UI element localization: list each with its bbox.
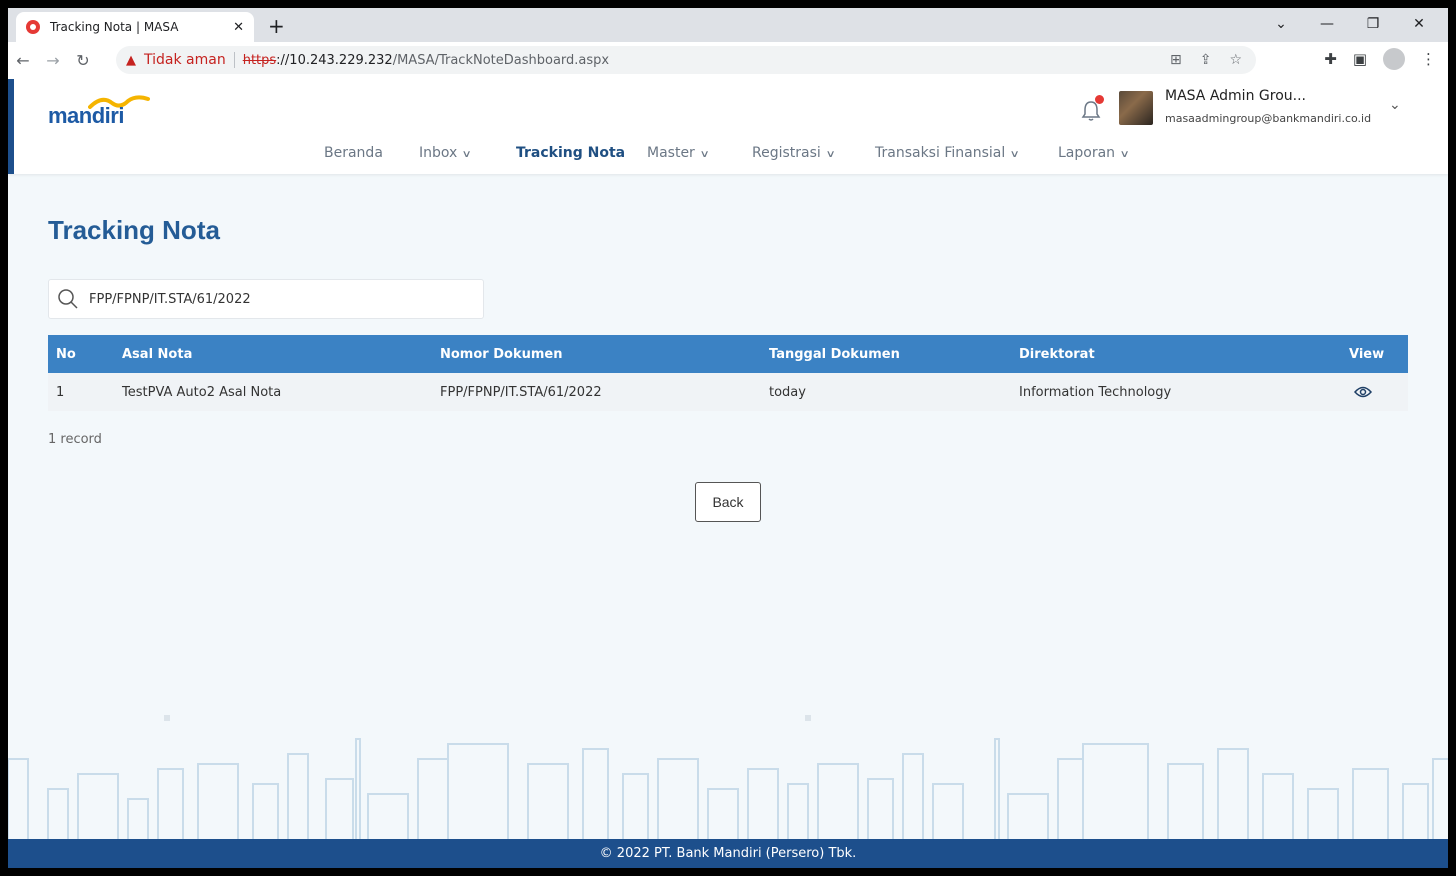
omnibox-divider — [233, 52, 235, 68]
page-title: Tracking Nota — [48, 215, 220, 245]
security-warning-label[interactable]: Tidak aman — [144, 52, 226, 68]
minimize-icon[interactable]: — — [1304, 12, 1350, 36]
reload-icon[interactable]: ↻ — [68, 51, 98, 70]
user-name[interactable]: MASA Admin Grou... — [1165, 88, 1306, 104]
chevron-down-icon: ∨ — [699, 149, 710, 160]
table-cell: today — [769, 384, 806, 400]
search-input[interactable]: FPP/FPNP/IT.STA/61/2022 — [89, 292, 251, 307]
column-header: Asal Nota — [122, 346, 193, 362]
close-tab-icon[interactable]: ✕ — [233, 20, 244, 35]
nav-item-label: Transaksi Finansial — [875, 145, 1006, 161]
tracking-table: No Asal Nota Nomor Dokumen Tanggal Dokum… — [48, 335, 1408, 411]
share-icon[interactable]: ⇪ — [1200, 52, 1212, 68]
record-count: 1 record — [48, 432, 102, 447]
window-controls: ⌄ — ❐ ✕ — [1258, 12, 1442, 36]
logo-text: mandiri — [48, 103, 124, 128]
user-menu-chevron-down-icon[interactable]: ⌄ — [1389, 97, 1401, 113]
url-host: ://10.243.229.232 — [276, 52, 393, 68]
chevron-down-icon: ∨ — [825, 149, 836, 160]
nav-item-laporan[interactable]: Laporan ∨ — [1058, 145, 1130, 161]
nav-item-label: Beranda — [324, 145, 383, 161]
table-cell: FPP/FPNP/IT.STA/61/2022 — [440, 384, 602, 400]
bookmark-star-icon[interactable]: ☆ — [1229, 52, 1242, 68]
side-panel-icon[interactable]: ▣ — [1353, 50, 1367, 68]
profile-avatar-icon[interactable] — [1383, 48, 1405, 70]
translate-icon[interactable]: ⊞ — [1170, 52, 1182, 68]
restore-icon[interactable]: ❐ — [1350, 12, 1396, 36]
nav-item-label: Inbox — [419, 145, 458, 161]
column-header: View — [1349, 346, 1385, 362]
forward-arrow-icon[interactable]: → — [38, 51, 68, 70]
tab-search-icon[interactable]: ⌄ — [1258, 12, 1304, 36]
nav-item-registrasi[interactable]: Registrasi ∨ — [752, 145, 836, 161]
notification-badge — [1095, 95, 1104, 104]
back-arrow-icon[interactable]: ← — [8, 51, 38, 70]
nav-item-inbox[interactable]: Inbox ∨ — [419, 145, 473, 161]
close-window-icon[interactable]: ✕ — [1396, 12, 1442, 36]
back-button[interactable]: Back — [695, 482, 761, 522]
decorative-dot — [805, 715, 811, 721]
footer-copyright: © 2022 PT. Bank Mandiri (Persero) Tbk. — [599, 846, 857, 861]
new-tab-icon[interactable]: + — [268, 14, 285, 38]
search-icon — [58, 289, 78, 309]
site-footer: © 2022 PT. Bank Mandiri (Persero) Tbk. — [8, 839, 1448, 868]
nav-item-beranda[interactable]: Beranda — [324, 145, 383, 161]
browser-toolbar: ← → ↻ ▲ Tidak aman https://10.243.229.23… — [8, 42, 1448, 79]
address-bar[interactable]: ▲ Tidak aman https://10.243.229.232/MASA… — [116, 46, 1256, 74]
column-header: No — [56, 346, 76, 362]
table-cell: 1 — [56, 384, 65, 400]
tab-title: Tracking Nota | MASA — [50, 20, 179, 34]
table-header: No Asal Nota Nomor Dokumen Tanggal Dokum… — [48, 335, 1408, 373]
nav-item-label: Master — [647, 145, 695, 161]
menu-kebab-icon[interactable]: ⋮ — [1421, 50, 1436, 68]
nav-item-label: Tracking Nota — [516, 145, 626, 161]
site-header: mandiri MASA Admin Grou... masaadmingrou… — [8, 79, 1448, 174]
nav-item-label: Laporan — [1058, 145, 1116, 161]
nav-item-transaksi-finansial[interactable]: Transaksi Finansial ∨ — [875, 145, 1021, 161]
table-cell: Information Technology — [1019, 384, 1172, 400]
city-skyline-illustration — [8, 738, 1448, 839]
column-header: Direktorat — [1019, 346, 1095, 362]
nav-item-tracking-nota[interactable]: Tracking Nota — [516, 145, 625, 161]
nav-item-master[interactable]: Master ∨ — [647, 145, 710, 161]
url-scheme: https — [242, 52, 277, 68]
main-nav: Beranda Inbox ∨ Tracking Nota Master ∨ Reg… — [8, 145, 1448, 167]
toolbar-actions: ✚ ▣ ⋮ — [1324, 48, 1436, 70]
browser-tab[interactable]: Tracking Nota | MASA ✕ — [16, 12, 254, 42]
nav-item-label: Registrasi — [752, 145, 821, 161]
page: mandiri MASA Admin Grou... masaadmingrou… — [8, 79, 1448, 868]
chevron-down-icon: ∨ — [1009, 149, 1021, 160]
user-avatar[interactable] — [1119, 91, 1153, 125]
chevron-down-icon: ∨ — [461, 149, 473, 160]
chevron-down-icon: ∨ — [1119, 149, 1130, 160]
search-box[interactable]: FPP/FPNP/IT.STA/61/2022 — [48, 279, 484, 319]
column-header: Tanggal Dokumen — [769, 346, 900, 362]
user-email: masaadmingroup@bankmandiri.co.id — [1165, 112, 1372, 125]
eye-icon[interactable] — [1354, 385, 1372, 399]
warning-icon: ▲ — [126, 52, 136, 68]
table-cell: TestPVA Auto2 Asal Nota — [122, 384, 282, 400]
column-header: Nomor Dokumen — [440, 346, 563, 362]
table-row: 1 TestPVA Auto2 Asal Nota FPP/FPNP/IT.ST… — [48, 373, 1408, 411]
tab-strip: Tracking Nota | MASA ✕ + ⌄ — ❐ ✕ — [8, 8, 1448, 42]
site-favicon-icon — [26, 20, 40, 34]
url-path: /MASA/TrackNoteDashboard.aspx — [392, 52, 610, 68]
extensions-icon[interactable]: ✚ — [1324, 50, 1337, 68]
browser-chrome: Tracking Nota | MASA ✕ + ⌄ — ❐ ✕ ← → ↻ ▲… — [8, 8, 1448, 79]
decorative-dot — [164, 715, 170, 721]
omnibox-actions: ⊞ ⇪ ☆ — [1170, 46, 1242, 74]
